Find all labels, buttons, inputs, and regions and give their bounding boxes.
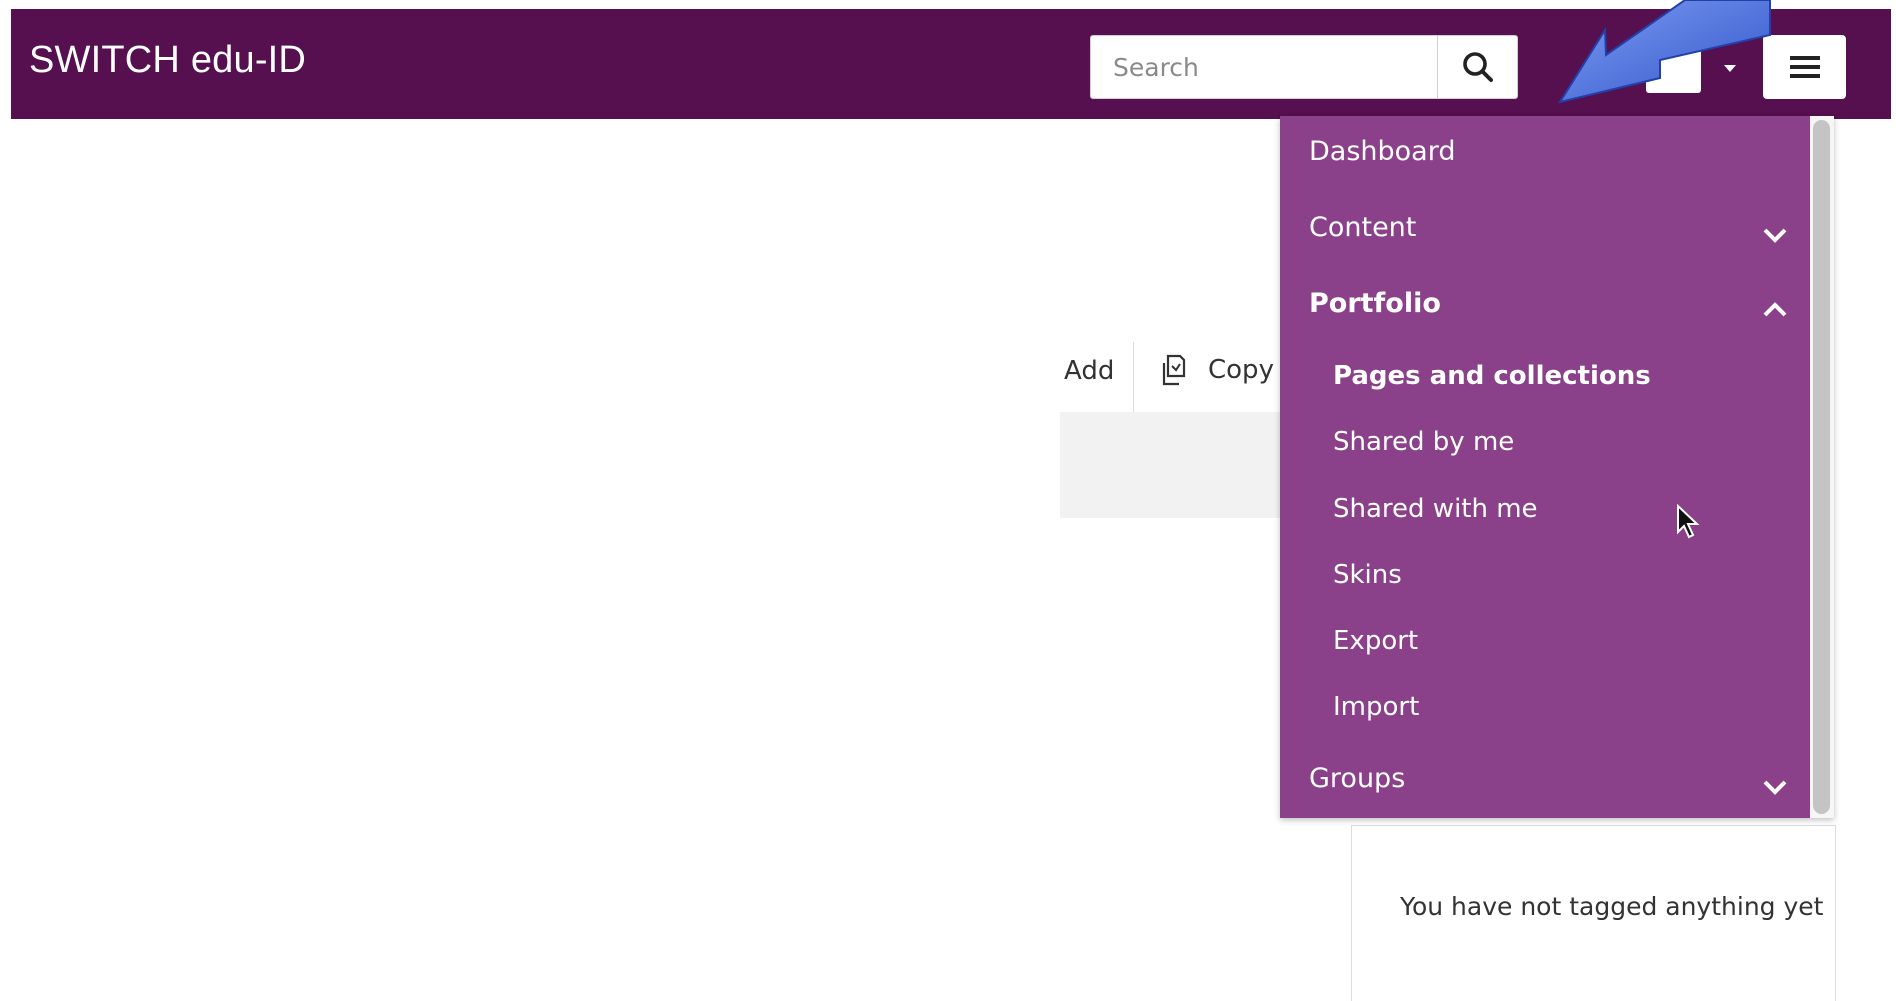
chevron-up-icon[interactable] [1761,300,1789,320]
add-button[interactable]: Add [1064,356,1114,386]
site-title[interactable]: SWITCH edu-ID [29,39,306,82]
chevron-down-icon[interactable] [1761,777,1789,797]
search-input[interactable] [1091,36,1438,98]
nav-item-skins[interactable]: Skins [1333,560,1402,590]
search-button[interactable] [1437,36,1517,98]
chevron-down-icon[interactable] [1761,225,1789,245]
toolbar-divider [1133,342,1134,412]
page: Add Copy You have not tagged anything ye… [0,0,1896,1001]
nav-item-content[interactable]: Content [1309,212,1416,243]
mouse-cursor-icon [1677,504,1700,539]
search-box [1090,35,1518,99]
copy-button[interactable]: Copy [1158,352,1274,388]
nav-item-dashboard[interactable]: Dashboard [1309,136,1455,167]
nav-item-pages-and-collections[interactable]: Pages and collections [1333,361,1651,391]
hamburger-icon [1789,56,1820,78]
nav-item-shared-by-me[interactable]: Shared by me [1333,427,1514,457]
copy-icon [1162,354,1186,386]
nav-item-export[interactable]: Export [1333,626,1418,656]
nav-item-groups[interactable]: Groups [1309,763,1405,794]
nav-item-shared-with-me[interactable]: Shared with me [1333,494,1538,524]
search-icon [1462,52,1493,82]
copy-label: Copy [1208,355,1274,385]
menu-scrollbar-thumb[interactable] [1813,120,1830,814]
annotation-arrow [1557,0,1771,104]
nav-item-portfolio[interactable]: Portfolio [1309,288,1441,319]
tags-empty-message: You have not tagged anything yet [1400,892,1824,921]
tags-panel: You have not tagged anything yet [1351,825,1836,1001]
nav-item-import[interactable]: Import [1333,692,1419,722]
navigation-menu: Dashboard Content Portfolio Pages and co… [1280,116,1834,818]
